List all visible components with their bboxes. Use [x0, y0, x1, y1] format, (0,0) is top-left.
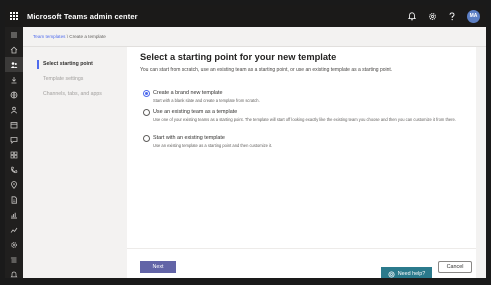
app-window: Microsoft Teams admin center MA Team tem…	[5, 5, 486, 278]
apps-icon[interactable]	[5, 147, 23, 162]
app-title: Microsoft Teams admin center	[27, 11, 138, 21]
download-icon[interactable]	[5, 72, 23, 87]
help-circle-icon	[388, 270, 395, 278]
reports-icon[interactable]	[5, 222, 23, 237]
meetings-icon[interactable]	[5, 117, 23, 132]
voice-icon[interactable]	[5, 162, 23, 177]
need-help-button[interactable]: Need help?	[381, 267, 432, 278]
teams-icon[interactable]	[5, 57, 23, 72]
page-subtitle: You can start from scratch, use an exist…	[140, 67, 393, 73]
help-icon[interactable]	[447, 11, 457, 21]
notifications-icon[interactable]	[5, 267, 23, 278]
avatar[interactable]: MA	[467, 9, 480, 23]
top-actions: MA	[407, 5, 480, 27]
left-rail	[5, 27, 23, 278]
radio-create-new[interactable]	[143, 90, 150, 97]
planning-icon[interactable]	[5, 252, 23, 267]
policy-icon[interactable]	[5, 192, 23, 207]
option-description: Use an existing template as a starting p…	[153, 143, 273, 148]
radio-existing-team[interactable]	[143, 109, 150, 116]
main-content: Select a starting point for your new tem…	[127, 47, 476, 248]
page-title: Select a starting point for your new tem…	[140, 52, 337, 62]
option-label: Start with an existing template	[153, 135, 225, 141]
gear-icon[interactable]	[427, 11, 437, 21]
top-bar: Microsoft Teams admin center MA	[5, 5, 486, 27]
breadcrumb: Team templates \ Create a template	[23, 27, 486, 47]
need-help-label: Need help?	[397, 271, 426, 277]
step-template-settings: Template settings	[43, 76, 84, 82]
home-icon[interactable]	[5, 42, 23, 57]
analytics-icon[interactable]	[5, 207, 23, 222]
menu-icon[interactable]	[5, 27, 23, 42]
option-description: Start with a blank slate and create a te…	[153, 98, 260, 103]
cancel-button[interactable]: Cancel	[438, 261, 472, 273]
next-button[interactable]: Next	[140, 261, 176, 273]
locations-icon[interactable]	[5, 177, 23, 192]
app-launcher-icon[interactable]	[5, 5, 23, 27]
active-step-indicator	[37, 60, 39, 69]
breadcrumb-current: Create a template	[69, 34, 106, 39]
option-label: Use an existing team as a template	[153, 109, 238, 115]
radio-existing-template[interactable]	[143, 135, 150, 142]
people-icon[interactable]	[5, 102, 23, 117]
bell-icon[interactable]	[407, 11, 417, 21]
option-label: Create a brand new template	[153, 90, 223, 96]
messaging-icon[interactable]	[5, 132, 23, 147]
globe-icon[interactable]	[5, 87, 23, 102]
right-gutter	[476, 47, 486, 278]
step-channels-tabs-apps: Channels, tabs, and apps	[43, 91, 102, 97]
wizard-steps: Select starting point Template settings …	[23, 47, 127, 278]
settings-icon[interactable]	[5, 237, 23, 252]
step-select-starting-point[interactable]: Select starting point	[43, 61, 93, 67]
option-description: Use one of your existing teams as a star…	[153, 117, 456, 122]
breadcrumb-parent-link[interactable]: Team templates	[33, 34, 65, 39]
